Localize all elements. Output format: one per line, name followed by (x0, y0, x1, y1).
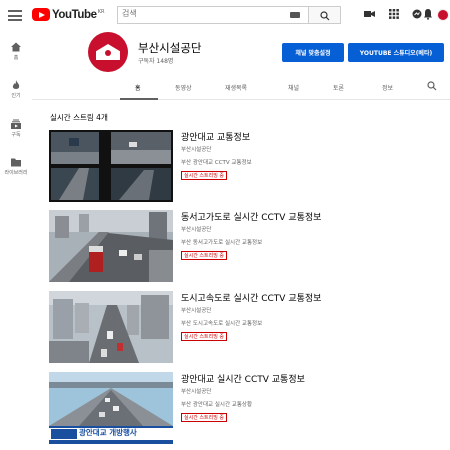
video-channel[interactable]: 부산시설공단 (181, 145, 211, 153)
cctv-grid-thumbnail (49, 130, 173, 202)
channel-name: 부산시설공단 (138, 41, 202, 55)
channel-tabs: 홈 동영상 재생목록 채널 토론 정보 (32, 73, 450, 100)
channel-logo-dot (105, 50, 111, 56)
video-description: 부산 도시고속도로 실시간 교통정보 (181, 321, 263, 327)
youtube-logo[interactable]: YouTube KR (32, 8, 104, 21)
youtube-studio-button[interactable]: YOUTUBE 스튜디오(베타) (348, 43, 444, 62)
search-button[interactable] (309, 6, 341, 24)
video-description: 부산 광안대교 실시간 교통상황 (181, 402, 253, 408)
top-bar: YouTube KR (0, 0, 450, 30)
city-expressway-thumbnail (49, 291, 173, 363)
hamburger-menu-icon[interactable] (8, 10, 22, 21)
apps-grid-icon[interactable] (389, 9, 399, 19)
logo-region: KR (97, 8, 105, 15)
library-icon (11, 158, 21, 167)
main-content: 실시간 스트림 4개 광안대교 교통정보 부산시설공단 부산 광안대교 CCTV… (32, 100, 450, 450)
youtube-play-icon (32, 8, 50, 21)
sidebar-item-home[interactable]: 홈 (0, 42, 32, 61)
channel-search-icon[interactable] (427, 81, 437, 91)
sidebar-item-label: 라이브러리 (4, 170, 28, 176)
thumbnail-banner: 광안대교 개방행사 (79, 428, 137, 437)
live-badge: 실시간 스트리밍 중 (181, 251, 227, 260)
video-item[interactable]: 도시고속도로 실시간 CCTV 교통정보 부산시설공단 부산 도시고속도로 실시… (49, 291, 409, 369)
logo-text: YouTube (52, 8, 97, 21)
tab-channels[interactable]: 채널 (288, 83, 299, 92)
video-title[interactable]: 동서고가도로 실시간 CCTV 교통정보 (181, 210, 321, 223)
video-description: 부산 동서고가도로 실시간 교통정보 (181, 240, 263, 246)
tab-playlists[interactable]: 재생목록 (225, 83, 247, 92)
sidebar-item-trending[interactable]: 인기 (0, 80, 32, 99)
sidebar-item-label: 인기 (11, 93, 21, 99)
sidebar-item-subscriptions[interactable]: 구독 (0, 119, 32, 138)
subscriptions-icon (11, 119, 21, 129)
section-title: 실시간 스트림 4개 (50, 113, 108, 122)
video-thumbnail[interactable] (49, 130, 173, 202)
messages-icon[interactable] (412, 9, 422, 19)
highway-thumbnail (49, 210, 173, 282)
sidebar-item-library[interactable]: 라이브러리 (0, 157, 32, 176)
video-thumbnail[interactable]: 광안대교 개방행사 (49, 372, 173, 444)
create-video-icon[interactable] (364, 9, 375, 19)
video-channel[interactable]: 부산시설공단 (181, 387, 211, 395)
video-channel[interactable]: 부산시설공단 (181, 306, 211, 314)
video-title[interactable]: 도시고속도로 실시간 CCTV 교통정보 (181, 291, 321, 304)
video-item[interactable]: 광안대교 교통정보 부산시설공단 부산 광안대교 CCTV 교통정보 실시간 스… (49, 130, 409, 208)
video-channel[interactable]: 부산시설공단 (181, 225, 211, 233)
video-thumbnail[interactable] (49, 210, 173, 282)
video-item[interactable]: 동서고가도로 실시간 CCTV 교통정보 부산시설공단 부산 동서고가도로 실시… (49, 210, 409, 288)
subscriber-count: 구독자 148명 (138, 58, 174, 65)
account-avatar[interactable] (437, 9, 449, 21)
channel-avatar[interactable] (88, 32, 128, 72)
video-thumbnail[interactable] (49, 291, 173, 363)
home-icon (11, 42, 21, 52)
sidebar: 홈 인기 구독 라이브러리 (0, 30, 32, 450)
video-description: 부산 광안대교 CCTV 교통정보 (181, 160, 252, 166)
video-title[interactable]: 광안대교 교통정보 (181, 130, 250, 143)
sidebar-item-label: 홈 (13, 55, 19, 61)
tab-home[interactable]: 홈 (135, 83, 141, 92)
trending-icon (12, 80, 20, 89)
search-icon (320, 11, 330, 21)
tab-about[interactable]: 정보 (382, 83, 393, 92)
live-badge: 실시간 스트리밍 중 (181, 332, 227, 341)
video-title[interactable]: 광안대교 실시간 CCTV 교통정보 (181, 372, 305, 385)
video-item[interactable]: 광안대교 개방행사 광안대교 실시간 CCTV 교통정보 부산시설공단 부산 광… (49, 372, 409, 450)
live-badge: 실시간 스트리밍 중 (181, 413, 227, 422)
search-box (117, 6, 309, 24)
live-badge: 실시간 스트리밍 중 (181, 171, 227, 180)
tab-videos[interactable]: 동영상 (175, 83, 192, 92)
tab-discussion[interactable]: 토론 (333, 83, 344, 92)
search-input[interactable] (122, 9, 272, 18)
customize-channel-button[interactable]: 채널 맞춤설정 (282, 43, 344, 62)
sidebar-item-label: 구독 (11, 132, 21, 138)
notifications-bell-icon[interactable] (423, 8, 433, 20)
keyboard-icon[interactable] (290, 12, 300, 18)
